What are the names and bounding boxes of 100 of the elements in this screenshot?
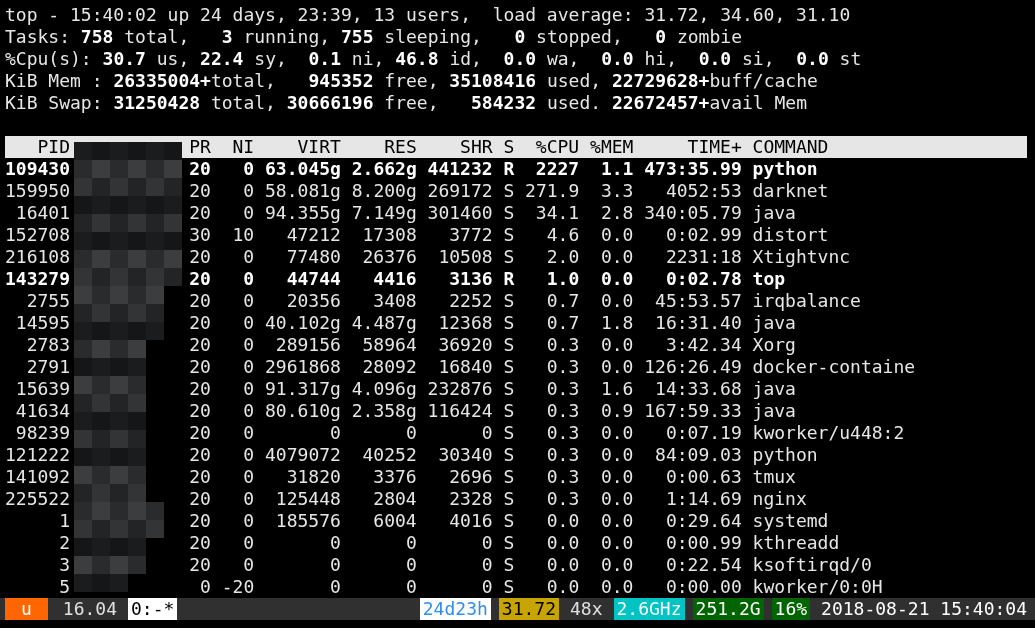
table-cell: 116424 [427, 400, 493, 422]
table-cell: 167:59.33 [644, 400, 742, 422]
table-cell-text: 0.7 [545, 290, 580, 312]
column-header: PID [36, 136, 70, 158]
table-cell: S [503, 356, 515, 378]
table-cell: 340:05.79 [644, 202, 742, 224]
column-header: PR [188, 136, 211, 158]
table-cell-text: 0 [329, 554, 341, 576]
table-cell: 8.200g [351, 180, 417, 202]
table-cell-text: 17308 [361, 224, 417, 246]
table-cell-text: 30 [188, 224, 211, 246]
table-cell-text: 4416 [372, 268, 417, 290]
table-cell-text: 2696 [448, 466, 493, 488]
table-cell: 91.317g [265, 378, 341, 400]
column-header: RES [383, 136, 417, 158]
table-cell-text: 0.0 [599, 532, 634, 554]
table-cell: 80.610g [265, 400, 341, 422]
table-cell-text: 4016 [448, 510, 493, 532]
table-cell: S [503, 422, 515, 444]
table-cell: S [503, 554, 515, 576]
table-cell: 63.045g [265, 158, 341, 180]
status-segment: 16% [771, 598, 811, 620]
table-cell-text: 20 [188, 158, 211, 180]
table-cell-text: 34.1 [534, 202, 580, 224]
table-cell-text: 0 [242, 158, 255, 180]
table-cell-text: 0 [242, 510, 255, 532]
table-cell-text: 98239 [14, 422, 70, 444]
table-cell-text: 14:33.68 [654, 378, 742, 400]
table-cell-text: 0.3 [545, 466, 580, 488]
summary-line: KiB Mem : 26335004+total, 945352 free, 35108416 used, 22729628+buff/cache [4, 70, 819, 92]
table-cell-text: 20 [188, 554, 211, 576]
table-cell: kworker/u448:2 [752, 422, 905, 444]
table-cell: S [503, 466, 515, 488]
table-cell: 159950 [5, 180, 70, 202]
table-cell-text: 20 [188, 356, 211, 378]
table-cell-text: 40252 [361, 444, 417, 466]
table-cell-text: 47212 [285, 224, 341, 246]
table-cell-text: 1.6 [599, 378, 634, 400]
summary-line: Tasks: 758 total, 3 running, 755 sleeping, 0 stopped, 0 zombie [4, 26, 743, 48]
table-cell-text: 58964 [361, 334, 417, 356]
table-cell-text: 0:00.00 [664, 576, 742, 598]
table-cell-text: 44744 [285, 268, 341, 290]
table-cell-text: 2755 [25, 290, 70, 312]
table-cell-text: 0 [242, 268, 255, 290]
table-cell-text: 20 [188, 422, 211, 444]
column-header: TIME+ [686, 136, 742, 158]
table-cell-text: 0.0 [599, 554, 634, 576]
table-cell-text: 0.3 [545, 356, 580, 378]
table-cell-text: 0.0 [599, 576, 634, 598]
table-cell-text: 0 [404, 422, 417, 444]
table-cell-text: 0 [242, 356, 255, 378]
table-cell: docker-containe [752, 356, 916, 378]
table-cell-text: 0 [480, 576, 493, 598]
table-cell-text: 0 [242, 466, 255, 488]
table-cell-text: 0 [242, 202, 255, 224]
table-cell-text: 3376 [372, 466, 417, 488]
table-cell: S [503, 400, 515, 422]
table-cell-text: 0 [242, 246, 255, 268]
table-cell: S [503, 488, 515, 510]
table-cell-text: 0.0 [599, 488, 634, 510]
table-cell: S [503, 444, 515, 466]
table-cell-text: 289156 [274, 334, 341, 356]
table-cell: S [503, 180, 515, 202]
table-cell-text: 0.0 [545, 532, 580, 554]
table-cell-text: 1.1 [599, 158, 634, 180]
table-cell: 271.9 [525, 180, 580, 202]
summary-line: KiB Swap: 31250428 total, 30666196 free, 584232 used. 22672457+avail Mem [4, 92, 808, 114]
table-cell: 4079072 [265, 444, 341, 466]
table-cell-text: 0 [242, 422, 255, 444]
table-cell: 7.149g [351, 202, 417, 224]
table-cell-text: 0.0 [599, 268, 634, 290]
table-cell-text: 0 [480, 422, 493, 444]
table-cell-text: 20 [188, 312, 211, 334]
table-cell-text: 0:22.54 [664, 554, 742, 576]
table-cell-text: 0.7 [545, 312, 580, 334]
table-cell-text: 3136 [448, 268, 493, 290]
table-cell-text: 3408 [372, 290, 417, 312]
table-cell: Xorg [752, 334, 796, 356]
table-cell-text: 0 [242, 312, 255, 334]
table-cell-text: 2 [58, 532, 70, 554]
summary-line: %Cpu(s): 30.7 us, 22.4 sy, 0.1 ni, 46.8 id, 0.0 wa, 0.0 hi, 0.0 si, 0.0 st [4, 48, 863, 70]
table-cell-text: 125448 [274, 488, 341, 510]
table-cell-text: 0 [242, 554, 255, 576]
table-cell: 152708 [5, 224, 70, 246]
table-cell: java [752, 378, 796, 400]
table-cell-text: 0.3 [545, 488, 580, 510]
table-cell-text: 0.0 [599, 466, 634, 488]
table-cell-text: 5 [58, 576, 70, 598]
table-cell-text: 0:02.78 [664, 268, 742, 290]
table-cell-text: 3:42.34 [664, 334, 742, 356]
table-cell: 441232 [427, 158, 493, 180]
table-cell-text: 1 [58, 510, 70, 532]
table-cell-text: 0 [242, 400, 255, 422]
table-cell: kworker/0:0H [752, 576, 883, 598]
table-cell-text: 0 [242, 334, 255, 356]
table-cell-text: 20 [188, 510, 211, 532]
table-cell-text: 0 [242, 444, 255, 466]
status-segment: 0:-* [128, 598, 178, 620]
table-cell-text: 77480 [285, 246, 341, 268]
table-cell-text: 3.3 [599, 180, 634, 202]
